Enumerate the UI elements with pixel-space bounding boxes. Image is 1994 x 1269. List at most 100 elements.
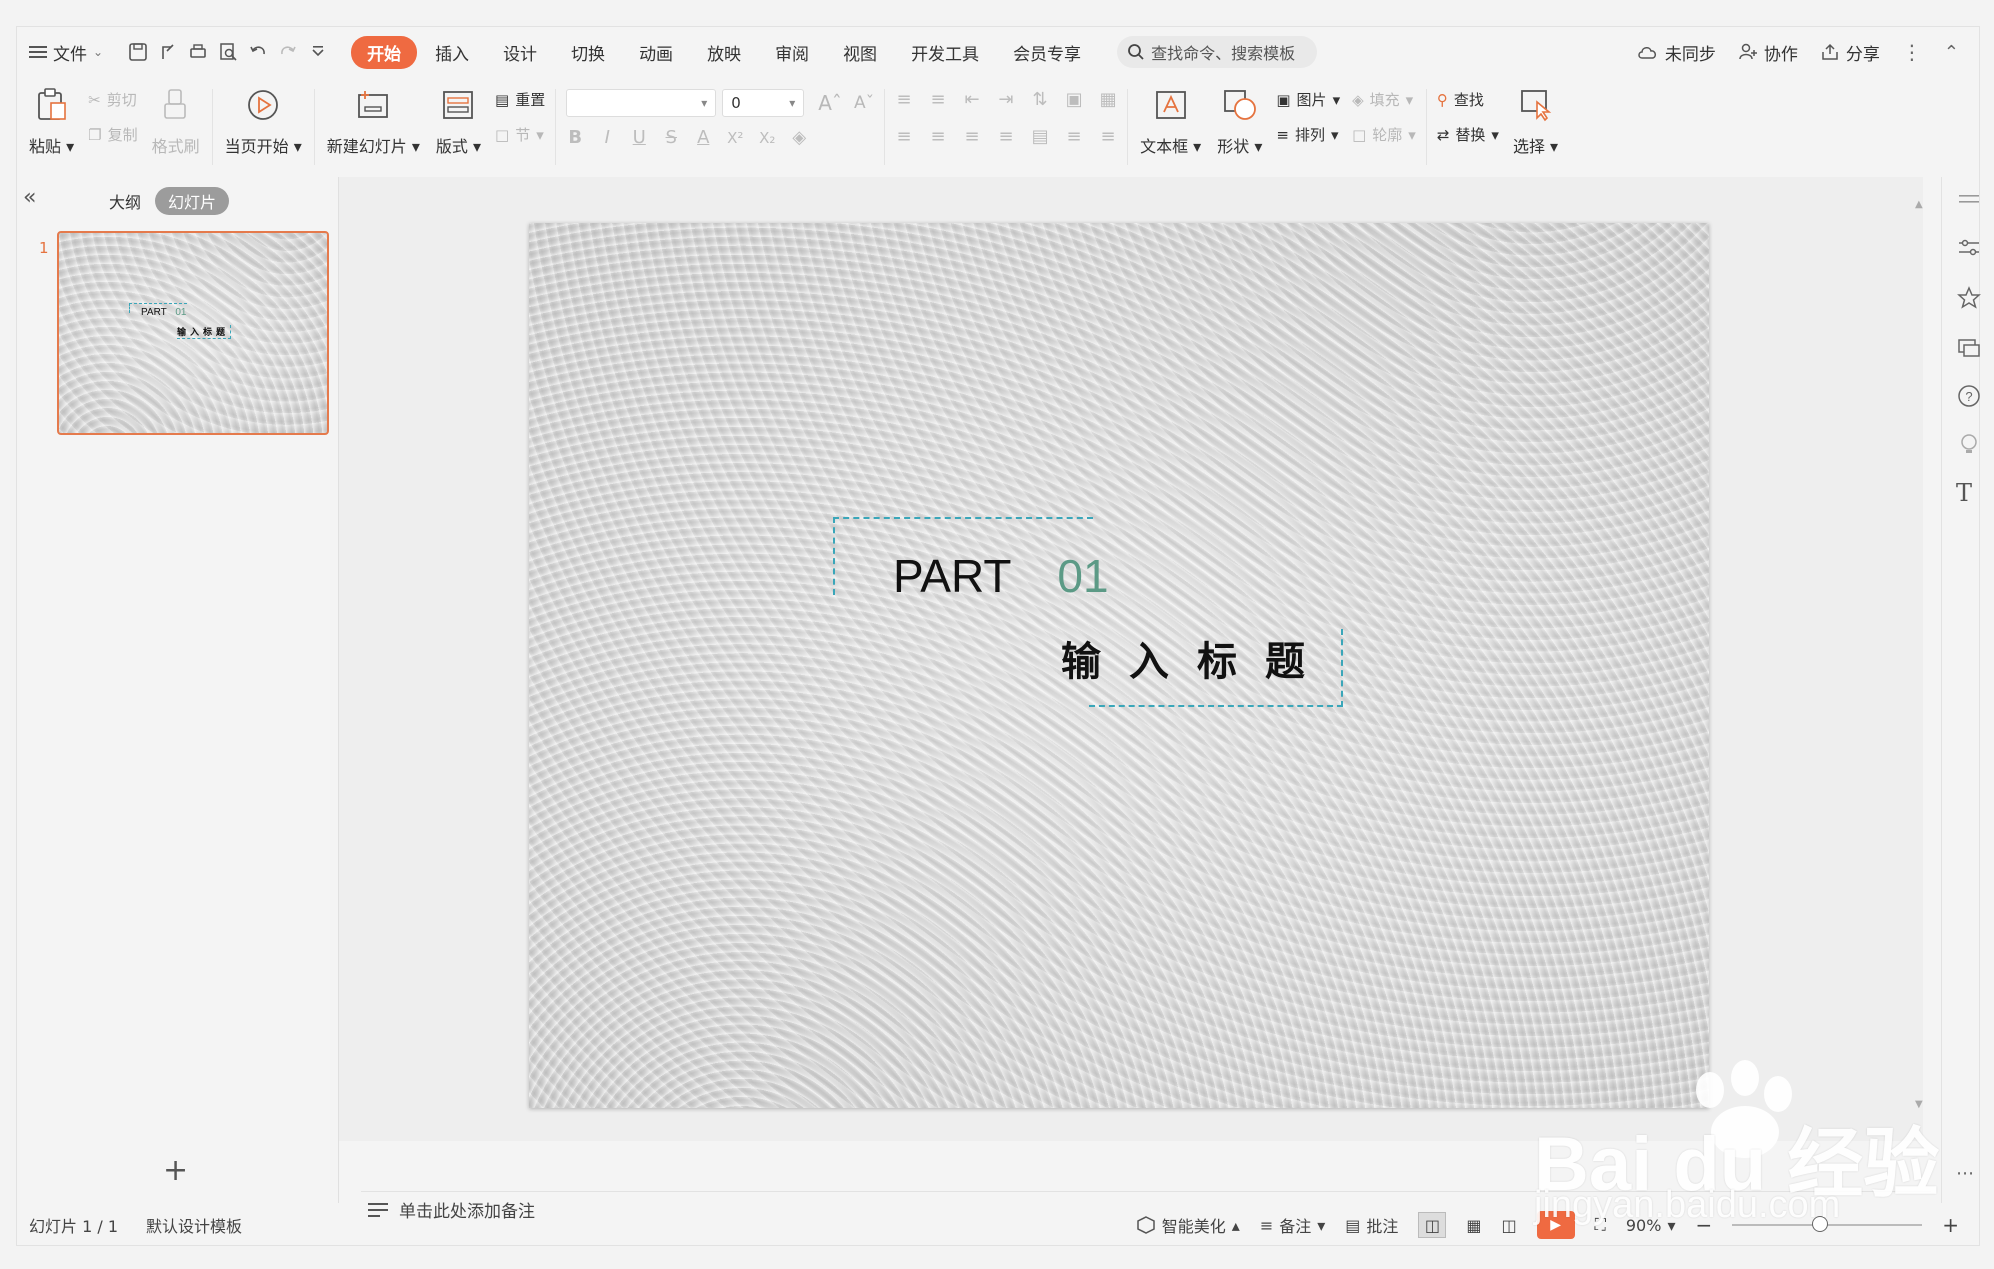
italic-icon[interactable]: I	[598, 127, 616, 148]
subscript-icon[interactable]: X₂	[758, 129, 776, 147]
tab-slideshow[interactable]: 放映	[691, 36, 757, 69]
slide-thumbnail[interactable]: PART 01 输入标题	[57, 231, 329, 435]
vertical-scrollbar[interactable]: ▲ ▼	[1913, 199, 1927, 1189]
lightbulb-icon[interactable]	[1956, 431, 1982, 457]
strikethrough-icon[interactable]: S	[662, 127, 680, 148]
smart-beautify-button[interactable]: 智能美化 ▴	[1136, 1213, 1240, 1237]
share-button[interactable]: 分享	[1820, 40, 1880, 65]
play-from-current-button[interactable]: 当页开始 ▾	[217, 85, 310, 157]
comments-button[interactable]: ▤ 批注	[1345, 1213, 1398, 1237]
collapse-ribbon-icon[interactable]: ⌃	[1944, 42, 1959, 63]
zoom-select[interactable]: 90% ▾	[1626, 1216, 1676, 1235]
new-slide-button[interactable]: 新建幻灯片 ▾	[319, 85, 428, 157]
line-spacing-icon[interactable]: ≡	[1065, 126, 1083, 147]
normal-view-icon[interactable]: ◫	[1418, 1212, 1447, 1238]
section-button[interactable]: □ 节 ▾	[495, 124, 545, 145]
underline-icon[interactable]: U	[630, 127, 648, 148]
replace-button[interactable]: ⇄ 替换 ▾	[1437, 124, 1499, 145]
reading-view-icon[interactable]: ◫	[1502, 1216, 1517, 1235]
more-vertical-icon[interactable]: ⋮	[1902, 40, 1922, 64]
cut-button[interactable]: ✂ 剪切	[88, 89, 137, 110]
arrange-button[interactable]: ≡ 排列 ▾	[1276, 124, 1340, 145]
font-family-select[interactable]: ▾	[566, 89, 717, 117]
align-left-icon[interactable]: ≡	[895, 126, 913, 147]
collapse-panel-icon[interactable]: «	[23, 185, 36, 210]
distribute-icon[interactable]: ▤	[1031, 126, 1049, 147]
decrease-indent-icon[interactable]: ⇤	[963, 89, 981, 110]
superscript-icon[interactable]: X²	[726, 129, 744, 147]
zoom-slider[interactable]	[1732, 1216, 1923, 1232]
text-icon[interactable]: T	[1956, 479, 1982, 507]
picture-button[interactable]: ▣ 图片 ▾	[1276, 89, 1340, 110]
tab-review[interactable]: 审阅	[759, 36, 825, 69]
fit-window-icon[interactable]: ⛶	[1595, 1215, 1606, 1235]
tab-outline[interactable]: 大纲	[109, 189, 141, 213]
slide-sorter-icon[interactable]: ▦	[1466, 1216, 1481, 1235]
increase-indent-icon[interactable]: ⇥	[997, 89, 1015, 110]
fill-button[interactable]: ◈ 填充 ▾	[1352, 89, 1416, 110]
font-size-select[interactable]: 0 ▾	[722, 89, 805, 117]
columns-icon[interactable]: ▦	[1099, 89, 1117, 110]
notes-toggle-button[interactable]: ≡ 备注 ▾	[1260, 1213, 1325, 1237]
clear-format-icon[interactable]: ◈	[790, 127, 808, 148]
reset-button[interactable]: ▤ 重置	[495, 89, 545, 110]
sync-status[interactable]: 未同步	[1637, 40, 1716, 65]
tab-developer[interactable]: 开发工具	[895, 36, 995, 69]
command-search[interactable]: 查找命令、搜索模板	[1117, 36, 1318, 68]
slide-switch-icon[interactable]	[1956, 335, 1982, 361]
undo-icon[interactable]	[243, 37, 273, 67]
collaborate-button[interactable]: 协作	[1738, 40, 1798, 65]
export-icon[interactable]	[153, 37, 183, 67]
star-icon[interactable]	[1956, 285, 1982, 311]
tab-design[interactable]: 设计	[487, 36, 553, 69]
template-name[interactable]: 默认设计模板	[146, 1213, 242, 1237]
properties-icon[interactable]	[1956, 235, 1982, 261]
file-menu[interactable]: 文件 ⌄	[29, 40, 103, 65]
paste-button[interactable]: 粘贴 ▾	[21, 85, 82, 157]
collapse-sidebar-icon[interactable]	[1956, 187, 1982, 213]
tab-view[interactable]: 视图	[827, 36, 893, 69]
zoom-in-icon[interactable]: +	[1942, 1213, 1959, 1237]
align-text-icon[interactable]: ▣	[1065, 89, 1083, 110]
add-slide-button[interactable]: +	[163, 1153, 188, 1188]
format-painter-button[interactable]: 格式刷	[144, 85, 208, 157]
align-right-icon[interactable]: ≡	[963, 126, 981, 147]
tab-member[interactable]: 会员专享	[997, 36, 1097, 69]
play-slideshow-button[interactable]: ▶	[1536, 1211, 1575, 1239]
bullet-list-icon[interactable]: ≡	[895, 89, 913, 110]
paragraph-spacing-icon[interactable]: ≡	[1099, 126, 1117, 147]
align-center-icon[interactable]: ≡	[929, 126, 947, 147]
more-horizontal-icon[interactable]: ⋯	[1956, 1163, 1982, 1189]
print-preview-icon[interactable]	[213, 37, 243, 67]
tab-insert[interactable]: 插入	[419, 36, 485, 69]
numbered-list-icon[interactable]: ≡	[929, 89, 947, 110]
text-direction-icon[interactable]: ⇅	[1031, 89, 1049, 110]
customize-toolbar-icon[interactable]	[303, 37, 333, 67]
tab-animation[interactable]: 动画	[623, 36, 689, 69]
part-heading[interactable]: PART 01	[893, 549, 1109, 603]
bold-icon[interactable]: B	[566, 127, 584, 148]
find-button[interactable]: ⚲ 查找	[1437, 89, 1499, 110]
select-button[interactable]: 选择 ▾	[1505, 85, 1566, 157]
layout-button[interactable]: 版式 ▾	[428, 85, 489, 157]
slide-canvas[interactable]: PART 01 输入标题	[529, 223, 1709, 1108]
help-icon[interactable]: ?	[1956, 383, 1982, 409]
tab-home[interactable]: 开始	[351, 35, 418, 69]
redo-icon[interactable]	[273, 37, 303, 67]
print-icon[interactable]	[183, 37, 213, 67]
tab-transition[interactable]: 切换	[555, 36, 621, 69]
save-icon[interactable]	[123, 37, 153, 67]
justify-icon[interactable]: ≡	[997, 126, 1015, 147]
shape-button[interactable]: 形状 ▾	[1209, 85, 1270, 157]
font-color-icon[interactable]: A	[694, 127, 712, 148]
tab-slides[interactable]: 幻灯片	[155, 187, 230, 215]
increase-font-icon[interactable]: Aˆ	[818, 91, 842, 115]
scroll-down-icon[interactable]: ▼	[1915, 1099, 1923, 1110]
decrease-font-icon[interactable]: Aˇ	[854, 93, 874, 113]
outline-button[interactable]: □ 轮廓 ▾	[1352, 124, 1416, 145]
zoom-out-icon[interactable]: −	[1695, 1213, 1712, 1237]
copy-button[interactable]: ❐ 复制	[88, 124, 137, 145]
textbox-button[interactable]: 文本框 ▾	[1132, 85, 1209, 157]
zoom-slider-handle[interactable]	[1812, 1216, 1829, 1232]
scroll-up-icon[interactable]: ▲	[1915, 199, 1923, 210]
